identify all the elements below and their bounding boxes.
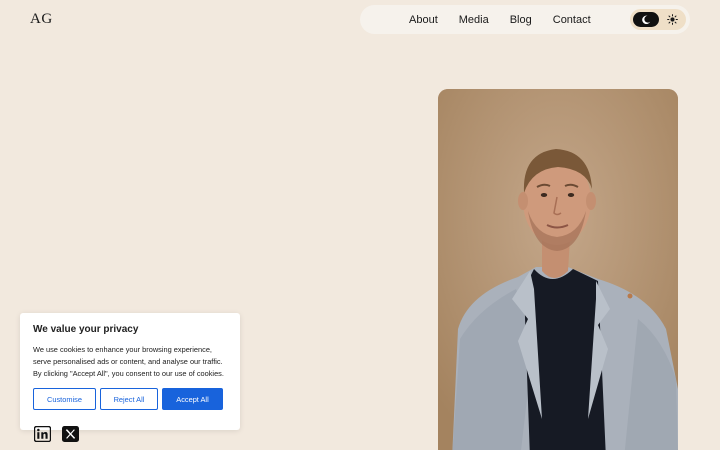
- portrait-illustration: [438, 89, 678, 450]
- site-logo[interactable]: AG: [30, 11, 53, 28]
- nav-links: About Media Blog Contact: [409, 14, 612, 26]
- cookie-banner-title: We value your privacy: [33, 324, 139, 335]
- sun-icon: [666, 14, 678, 25]
- x-link[interactable]: [62, 426, 79, 442]
- dark-mode-button[interactable]: [633, 12, 659, 27]
- customise-button[interactable]: Customise: [33, 388, 96, 410]
- moon-icon: [642, 15, 651, 24]
- nav-link-about[interactable]: About: [409, 14, 438, 26]
- nav-link-blog[interactable]: Blog: [510, 14, 532, 26]
- linkedin-icon: [34, 426, 51, 442]
- cookie-consent-banner: We value your privacy We use cookies to …: [20, 313, 240, 430]
- cookie-banner-buttons: Customise Reject All Accept All: [33, 388, 227, 410]
- social-links: [34, 426, 90, 442]
- reject-all-button[interactable]: Reject All: [99, 388, 158, 410]
- accept-all-button[interactable]: Accept All: [162, 388, 223, 410]
- cookie-banner-text: We use cookies to enhance your browsing …: [33, 345, 224, 378]
- light-mode-button[interactable]: [663, 12, 681, 27]
- nav-link-contact[interactable]: Contact: [553, 14, 591, 26]
- nav-link-media[interactable]: Media: [459, 14, 489, 26]
- x-icon: [62, 426, 79, 442]
- portrait-photo: [438, 89, 678, 450]
- main-nav: About Media Blog Contact: [360, 5, 690, 34]
- linkedin-link[interactable]: [34, 426, 51, 442]
- theme-toggle[interactable]: [630, 9, 686, 30]
